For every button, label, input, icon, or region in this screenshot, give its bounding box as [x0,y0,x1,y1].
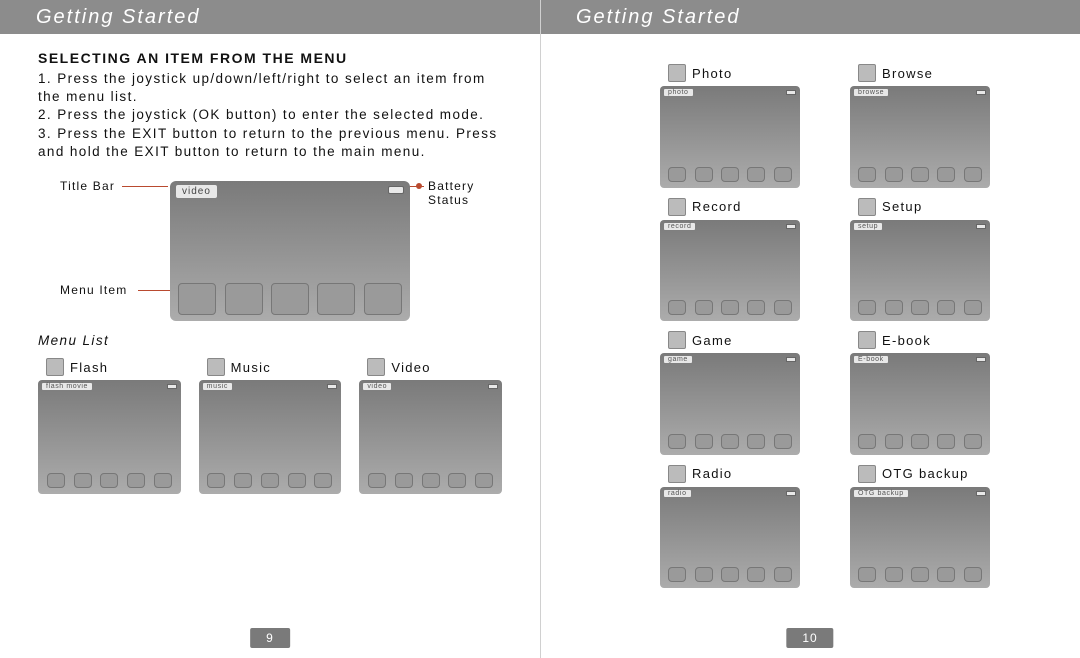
banner-left: Getting Started [0,0,540,34]
step-1: 1. Press the joystick up/down/left/right… [38,70,502,106]
thumb-title: video [363,383,391,390]
cell-label: Game [692,333,733,348]
thumb-title: record [664,223,695,230]
thumb-flash: flash movie [38,380,181,494]
battery-icon [976,90,986,95]
menu-icon [364,283,402,315]
thumb-title: radio [664,490,691,497]
menu-cell-record: Record record [660,198,810,322]
battery-icon [327,384,337,389]
battery-icon [388,186,404,194]
content-left: SELECTING AN ITEM FROM THE MENU 1. Press… [0,34,540,494]
thumb-title: game [664,356,692,363]
page-number-left: 9 [250,628,290,648]
thumb-title: E-book [854,356,888,363]
battery-icon [786,224,796,229]
section-title: SELECTING AN ITEM FROM THE MENU [38,50,502,66]
record-icon [668,198,686,216]
annotated-diagram: Title Bar Battery Status Menu Item video [60,175,480,325]
thumb-game: game [660,353,800,455]
cell-label: Video [391,360,431,375]
label-title-bar: Title Bar [60,179,115,193]
cell-label: OTG backup [882,466,969,481]
page-right: Getting Started Photo photo Browse brows… [540,0,1080,658]
battery-icon [786,90,796,95]
menu-grid-right: Photo photo Browse browse Record rec [660,64,1000,596]
battery-icon [976,224,986,229]
battery-icon [976,357,986,362]
menu-grid-left: Flash flash movie Music music Video v [38,358,502,494]
thumb-title: music [203,383,232,390]
menu-cell-otg: OTG backup OTG backup [850,465,1000,589]
label-battery-status: Battery Status [428,179,480,207]
cell-label: Music [231,360,271,375]
menu-cell-game: Game game [660,331,810,455]
thumb-otg: OTG backup [850,487,990,589]
label-menu-item: Menu Item [60,283,128,297]
video-icon [367,358,385,376]
menu-cell-setup: Setup setup [850,198,1000,322]
diagram-screen: video [170,181,410,321]
flash-icon [46,358,64,376]
thumb-radio: radio [660,487,800,589]
thumb-title: photo [664,89,693,96]
cell-label: Radio [692,466,732,481]
thumb-browse: browse [850,86,990,188]
diagram-screen-title: video [176,185,217,198]
menu-cell-video: Video video [359,358,502,494]
menu-icon [271,283,309,315]
battery-icon [167,384,177,389]
page-number-right: 10 [786,628,833,648]
step-3: 3. Press the EXIT button to return to th… [38,125,502,161]
radio-icon [668,465,686,483]
menu-list-heading: Menu List [38,333,502,348]
cell-label: Record [692,199,742,214]
browse-icon [858,64,876,82]
thumb-video: video [359,380,502,494]
menu-cell-ebook: E-book E-book [850,331,1000,455]
page-divider [540,0,541,658]
thumb-title: flash movie [42,383,92,390]
menu-cell-photo: Photo photo [660,64,810,188]
thumb-record: record [660,220,800,322]
cell-label: Setup [882,199,922,214]
thumb-setup: setup [850,220,990,322]
menu-cell-music: Music music [199,358,342,494]
steps-block: 1. Press the joystick up/down/left/right… [38,70,502,161]
thumb-title: browse [854,89,888,96]
menu-icon [178,283,216,315]
battery-icon [488,384,498,389]
thumb-photo: photo [660,86,800,188]
menu-icon [225,283,263,315]
cell-label: Photo [692,66,732,81]
cell-label: Flash [70,360,108,375]
game-icon [668,331,686,349]
music-icon [207,358,225,376]
battery-icon [976,491,986,496]
ebook-icon [858,331,876,349]
step-2: 2. Press the joystick (OK button) to ent… [38,106,502,124]
thumb-title: setup [854,223,882,230]
setup-icon [858,198,876,216]
thumb-music: music [199,380,342,494]
page-left: Getting Started SELECTING AN ITEM FROM T… [0,0,540,658]
diagram-icon-row [170,283,410,315]
battery-icon [786,491,796,496]
content-right: Photo photo Browse browse Record rec [540,34,1080,596]
menu-cell-flash: Flash flash movie [38,358,181,494]
thumb-ebook: E-book [850,353,990,455]
battery-icon [786,357,796,362]
menu-cell-browse: Browse browse [850,64,1000,188]
cell-label: Browse [882,66,933,81]
thumb-title: OTG backup [854,490,908,497]
banner-right: Getting Started [540,0,1080,34]
cell-label: E-book [882,333,931,348]
otg-backup-icon [858,465,876,483]
menu-cell-radio: Radio radio [660,465,810,589]
photo-icon [668,64,686,82]
menu-icon [317,283,355,315]
